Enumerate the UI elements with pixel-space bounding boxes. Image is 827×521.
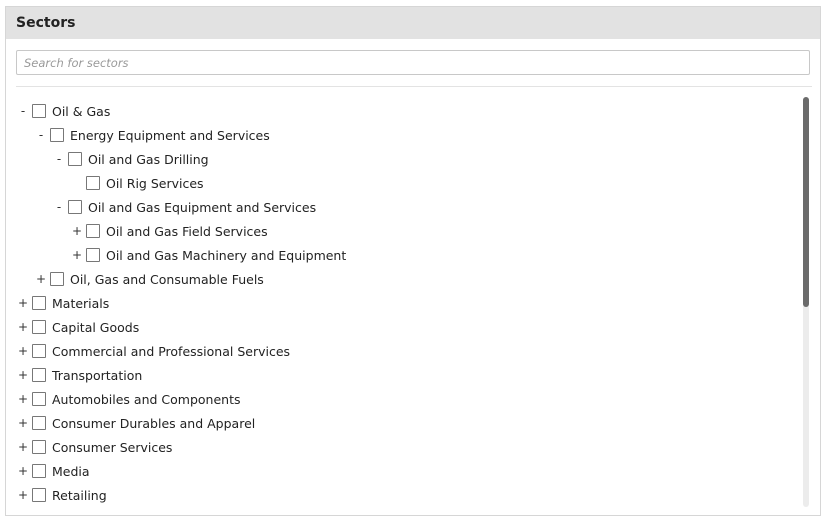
- checkbox[interactable]: [32, 104, 46, 118]
- tree-item-label[interactable]: Oil and Gas Field Services: [106, 224, 268, 239]
- scrollbar-thumb[interactable]: [803, 97, 809, 307]
- expand-toggle-icon[interactable]: +: [16, 368, 30, 382]
- expand-toggle-icon[interactable]: +: [34, 272, 48, 286]
- tree-item-label[interactable]: Oil, Gas and Consumable Fuels: [70, 272, 264, 287]
- checkbox[interactable]: [32, 368, 46, 382]
- tree-item-label[interactable]: Oil and Gas Drilling: [88, 152, 209, 167]
- tree-item-label[interactable]: Media: [52, 464, 90, 479]
- tree-row-retailing[interactable]: + Retailing: [6, 483, 796, 507]
- tree-row-energy-equipment-and-services[interactable]: - Energy Equipment and Services: [6, 123, 796, 147]
- checkbox[interactable]: [68, 200, 82, 214]
- expand-toggle-icon[interactable]: +: [16, 416, 30, 430]
- tree-row-consumer-durables-and-apparel[interactable]: + Consumer Durables and Apparel: [6, 411, 796, 435]
- tree-item-label[interactable]: Consumer Durables and Apparel: [52, 416, 255, 431]
- checkbox[interactable]: [32, 416, 46, 430]
- tree-row-automobiles-and-components[interactable]: + Automobiles and Components: [6, 387, 796, 411]
- tree-item-label[interactable]: Capital Goods: [52, 320, 139, 335]
- expand-toggle-icon[interactable]: +: [16, 488, 30, 502]
- tree-row-oil-and-gas-drilling[interactable]: - Oil and Gas Drilling: [6, 147, 796, 171]
- tree-row-oil-and-gas-equipment-and-services[interactable]: - Oil and Gas Equipment and Services: [6, 195, 796, 219]
- expand-toggle-icon[interactable]: +: [16, 320, 30, 334]
- tree-item-label[interactable]: Commercial and Professional Services: [52, 344, 290, 359]
- tree-row-oil-gas-and-consumable-fuels[interactable]: + Oil, Gas and Consumable Fuels: [6, 267, 796, 291]
- collapse-toggle-icon[interactable]: -: [52, 200, 66, 214]
- tree-item-label[interactable]: Materials: [52, 296, 109, 311]
- checkbox[interactable]: [86, 176, 100, 190]
- tree-row-consumer-services[interactable]: + Consumer Services: [6, 435, 796, 459]
- expand-toggle-icon[interactable]: +: [70, 248, 84, 262]
- tree-row-materials[interactable]: + Materials: [6, 291, 796, 315]
- expand-toggle-icon[interactable]: +: [16, 440, 30, 454]
- checkbox[interactable]: [50, 272, 64, 286]
- checkbox[interactable]: [32, 464, 46, 478]
- expand-toggle-icon[interactable]: +: [16, 392, 30, 406]
- collapse-toggle-icon[interactable]: -: [52, 152, 66, 166]
- checkbox[interactable]: [50, 128, 64, 142]
- checkbox[interactable]: [86, 224, 100, 238]
- collapse-toggle-icon[interactable]: -: [16, 104, 30, 118]
- checkbox[interactable]: [32, 344, 46, 358]
- tree-row-oil-and-gas-field-services[interactable]: + Oil and Gas Field Services: [6, 219, 796, 243]
- tree-row-oil-rig-services[interactable]: Oil Rig Services: [6, 171, 796, 195]
- scrollbar-track[interactable]: [803, 97, 809, 507]
- checkbox[interactable]: [32, 320, 46, 334]
- tree-item-label[interactable]: Transportation: [52, 368, 142, 383]
- checkbox[interactable]: [32, 440, 46, 454]
- tree-item-label[interactable]: Energy Equipment and Services: [70, 128, 270, 143]
- tree-row-commercial-and-professional-services[interactable]: + Commercial and Professional Services: [6, 339, 796, 363]
- checkbox[interactable]: [68, 152, 82, 166]
- tree-row-oil-and-gas-machinery-and-equipment[interactable]: + Oil and Gas Machinery and Equipment: [6, 243, 796, 267]
- tree-item-label[interactable]: Oil and Gas Machinery and Equipment: [106, 248, 346, 263]
- tree-item-label[interactable]: Oil and Gas Equipment and Services: [88, 200, 316, 215]
- checkbox[interactable]: [32, 488, 46, 502]
- checkbox[interactable]: [32, 392, 46, 406]
- expand-toggle-icon[interactable]: +: [16, 464, 30, 478]
- tree-item-label[interactable]: Retailing: [52, 488, 107, 503]
- sectors-panel: Sectors -Oil & Gas-Energy Equipment and …: [5, 6, 821, 516]
- tree-row-media[interactable]: + Media: [6, 459, 796, 483]
- tree-row-oil-and-gas[interactable]: - Oil & Gas: [6, 99, 796, 123]
- checkbox[interactable]: [32, 296, 46, 310]
- expand-toggle-icon[interactable]: +: [16, 296, 30, 310]
- search-container: [16, 50, 810, 75]
- tree-item-label[interactable]: Automobiles and Components: [52, 392, 240, 407]
- tree-item-label[interactable]: Oil & Gas: [52, 104, 110, 119]
- panel-title: Sectors: [6, 7, 820, 39]
- search-input[interactable]: [16, 50, 810, 75]
- divider: [16, 86, 812, 87]
- tree-item-label[interactable]: Oil Rig Services: [106, 176, 204, 191]
- sector-tree: - Oil & Gas - Energy Equipment and Services…: [6, 99, 796, 507]
- tree-item-label[interactable]: Consumer Services: [52, 440, 172, 455]
- expand-toggle-icon[interactable]: +: [16, 344, 30, 358]
- tree-row-capital-goods[interactable]: + Capital Goods: [6, 315, 796, 339]
- checkbox[interactable]: [86, 248, 100, 262]
- collapse-toggle-icon[interactable]: -: [34, 128, 48, 142]
- expand-toggle-icon[interactable]: +: [70, 224, 84, 238]
- tree-row-transportation[interactable]: + Transportation: [6, 363, 796, 387]
